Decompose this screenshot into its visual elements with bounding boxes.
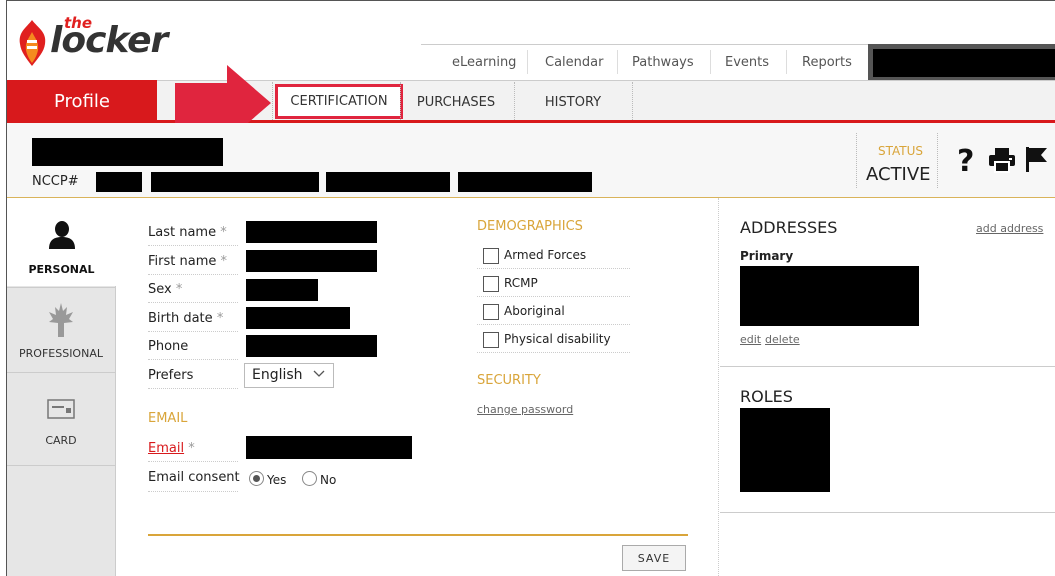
flame-logo-icon (14, 18, 50, 72)
row-divider (148, 358, 238, 360)
armed-forces-label: Armed Forces (504, 248, 587, 262)
phone-input[interactable] (246, 335, 377, 357)
form-divider (148, 534, 688, 536)
section-divider (720, 512, 1055, 513)
tab-history[interactable]: HISTORY (516, 86, 630, 118)
row-divider (148, 330, 238, 332)
tab-certification[interactable]: CERTIFICATION (275, 84, 403, 119)
section-divider (720, 366, 1055, 367)
birth-date-label: Birth date * (148, 311, 224, 326)
email-label: Email * (148, 441, 195, 456)
sidebar-item-label: PERSONAL (28, 263, 95, 276)
add-address-link[interactable]: add address (976, 222, 1043, 235)
nav-separator (786, 50, 787, 74)
consent-yes-radio[interactable] (249, 471, 264, 486)
row-divider (477, 351, 630, 353)
column-divider (718, 198, 720, 576)
consent-no-radio[interactable] (302, 471, 317, 486)
maple-leaf-icon (48, 302, 74, 341)
status-label: STATUS (878, 144, 924, 158)
roles-title: ROLES (740, 387, 793, 406)
window-top-border (6, 0, 1055, 9)
sidebar-item-personal[interactable]: PERSONAL (7, 198, 116, 286)
email-consent-label: Email consent (148, 470, 240, 485)
row-divider (148, 387, 238, 389)
first-name-label: First name * (148, 254, 227, 269)
person-icon (48, 220, 76, 253)
language-select[interactable]: English (244, 363, 334, 388)
prefers-label: Prefers (148, 368, 194, 383)
primary-address-label: Primary (740, 249, 794, 263)
redacted-roles (740, 408, 830, 492)
logo-text-locker: locker (50, 20, 168, 61)
redacted-address (740, 266, 919, 326)
armed-forces-checkbox[interactable] (483, 248, 499, 264)
sidebar-item-professional[interactable]: PROFESSIONAL (7, 287, 115, 372)
tab-purchases[interactable]: PURCHASES (400, 86, 512, 118)
row-divider (148, 273, 238, 275)
nav-separator (527, 50, 528, 74)
last-name-input[interactable] (246, 221, 377, 243)
aboriginal-checkbox[interactable] (483, 304, 499, 320)
row-divider (148, 301, 238, 303)
row-divider (477, 323, 630, 325)
nav-elearning[interactable]: eLearning (452, 55, 516, 70)
chevron-down-icon (313, 367, 325, 383)
edit-address-link[interactable]: edit (740, 333, 761, 346)
flag-icon[interactable] (1025, 145, 1049, 177)
card-icon (47, 399, 75, 422)
redacted-field (458, 172, 592, 192)
row-divider (477, 267, 630, 269)
language-select-value: English (252, 367, 303, 383)
sex-select[interactable] (246, 279, 318, 301)
rcmp-checkbox[interactable] (483, 276, 499, 292)
nav-pathways[interactable]: Pathways (632, 55, 694, 70)
redacted-user-name (873, 49, 1055, 77)
row-divider (148, 460, 238, 462)
consent-no-label: No (320, 473, 337, 487)
last-name-label: Last name * (148, 225, 227, 240)
nccp-label: NCCP# (32, 174, 79, 189)
status-value: ACTIVE (866, 164, 931, 185)
tab-profile[interactable]: Profile (7, 80, 157, 123)
nav-events[interactable]: Events (725, 55, 769, 70)
first-name-input[interactable] (246, 250, 377, 272)
physical-disability-checkbox[interactable] (483, 332, 499, 348)
demographics-title: DEMOGRAPHICS (477, 219, 583, 234)
email-input[interactable] (246, 436, 412, 459)
nav-calendar[interactable]: Calendar (545, 55, 603, 70)
security-title: SECURITY (477, 373, 541, 388)
sidebar-item-card[interactable]: CARD (7, 372, 115, 466)
sex-label: Sex * (148, 282, 183, 297)
nav-separator (617, 50, 618, 74)
delete-address-link[interactable]: delete (765, 333, 800, 346)
addresses-title: ADDRESSES (740, 218, 838, 237)
nav-reports[interactable]: Reports (802, 55, 852, 70)
print-icon[interactable] (988, 147, 1016, 177)
sidebar-item-label: CARD (45, 434, 77, 447)
save-button[interactable]: SAVE (622, 545, 686, 571)
consent-yes-label: Yes (267, 473, 287, 487)
help-icon[interactable]: ? (957, 144, 974, 179)
row-divider (148, 490, 238, 492)
redacted-field (326, 172, 450, 192)
rcmp-label: RCMP (504, 276, 538, 290)
redacted-member-name (32, 138, 223, 166)
row-divider (477, 295, 630, 297)
sidebar-item-label: PROFESSIONAL (19, 347, 103, 360)
change-password-link[interactable]: change password (477, 403, 573, 416)
birth-date-input[interactable] (246, 307, 350, 329)
email-section-title: EMAIL (148, 411, 188, 426)
redacted-field (151, 172, 319, 192)
nav-separator (710, 50, 711, 74)
top-nav-divider (421, 44, 871, 45)
row-divider (148, 244, 238, 246)
aboriginal-label: Aboriginal (504, 304, 565, 318)
phone-label: Phone (148, 339, 189, 354)
redacted-nccp-number (96, 172, 142, 192)
physical-disability-label: Physical disability (504, 332, 611, 346)
tab-separator (632, 82, 634, 120)
